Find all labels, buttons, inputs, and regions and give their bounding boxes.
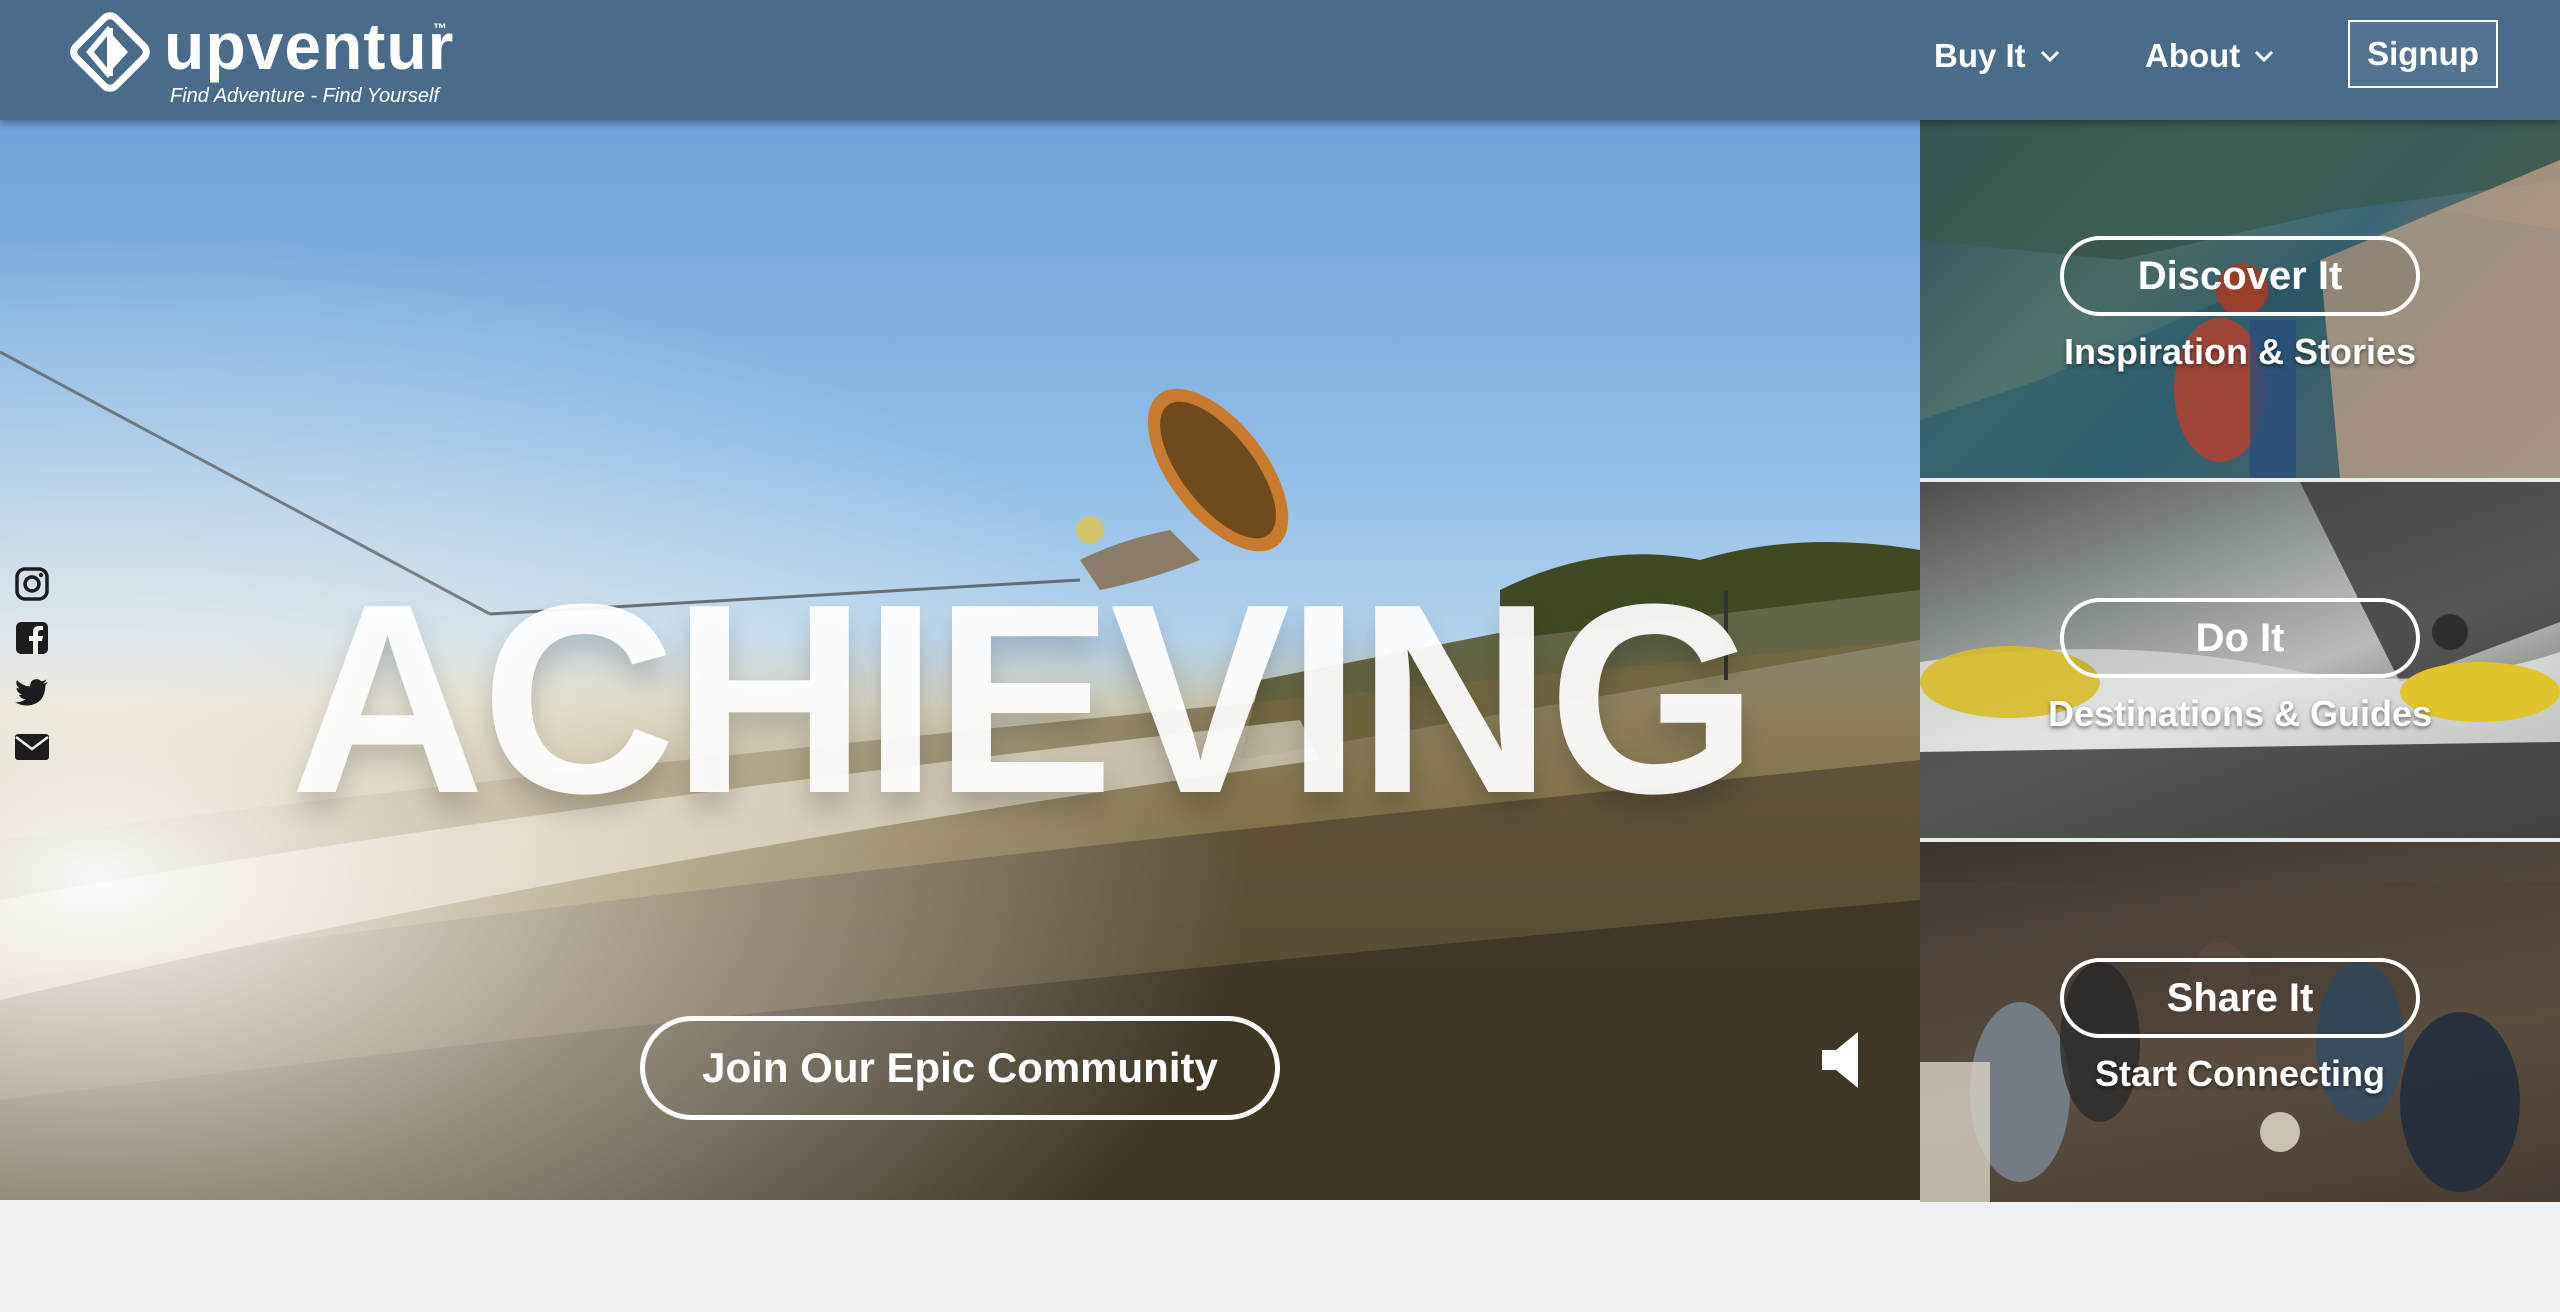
- speaker-icon[interactable]: [1822, 1030, 1866, 1090]
- facebook-link[interactable]: [14, 620, 54, 660]
- email-link[interactable]: [14, 728, 54, 768]
- chevron-down-icon: [2040, 50, 2059, 63]
- instagram-icon: [15, 567, 49, 601]
- instagram-link[interactable]: [14, 566, 54, 606]
- signup-button[interactable]: Signup: [2348, 20, 2498, 88]
- do-it-button[interactable]: Do It: [2060, 598, 2420, 678]
- facebook-icon: [16, 622, 48, 654]
- hero-headline: ACHIEVING: [290, 549, 1758, 850]
- brand-trademark: ™: [433, 20, 447, 36]
- nav-buy-it-label: Buy It: [1934, 37, 2026, 74]
- brand-name: upventur: [164, 9, 455, 83]
- nav-about[interactable]: About: [2145, 32, 2274, 80]
- hero-video: ACHIEVING Join Our Epic Community: [0, 120, 1920, 1200]
- site-header: upventur ™ Find Adventure - Find Yoursel…: [0, 0, 2560, 120]
- do-it-subtitle: Destinations & Guides: [2047, 693, 2433, 734]
- brand-tagline: Find Adventure - Find Yourself: [170, 85, 440, 107]
- panel-discover[interactable]: Discover It Inspiration & Stories: [1920, 120, 2560, 478]
- logo-diamond-icon: [70, 12, 150, 92]
- twitter-link[interactable]: [14, 674, 54, 714]
- brand-logo[interactable]: upventur ™ Find Adventure - Find Yoursel…: [68, 9, 468, 110]
- chevron-down-icon: [2255, 50, 2274, 63]
- twitter-icon: [15, 679, 48, 706]
- share-it-subtitle: Start Connecting: [2094, 1053, 2385, 1094]
- panel-do[interactable]: Do It Destinations & Guides: [1920, 482, 2560, 838]
- discover-it-subtitle: Inspiration & Stories: [2063, 331, 2417, 372]
- nav-about-label: About: [2145, 37, 2241, 74]
- join-community-button[interactable]: Join Our Epic Community: [640, 1016, 1280, 1120]
- nav-buy-it[interactable]: Buy It: [1934, 32, 2060, 80]
- panel-share[interactable]: Share It Start Connecting: [1920, 842, 2560, 1202]
- share-it-button[interactable]: Share It: [2060, 958, 2420, 1038]
- email-icon: [15, 734, 49, 760]
- discover-it-button[interactable]: Discover It: [2060, 236, 2420, 316]
